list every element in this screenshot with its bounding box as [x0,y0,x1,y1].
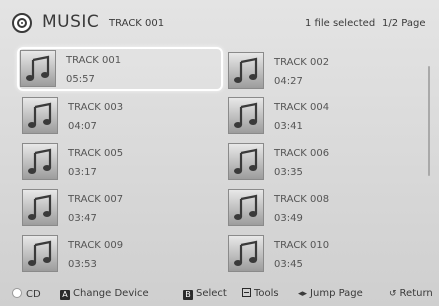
track-name: TRACK 002 [274,57,330,68]
track-name: TRACK 005 [68,148,124,159]
return-icon: ↺ [389,289,397,299]
track-name: TRACK 007 [68,194,124,205]
music-note-icon [22,143,58,180]
page-indicator: 1/2 Page [382,18,426,29]
music-note-icon [228,52,264,89]
jump-arrows-icon: ◂▸ [298,289,308,299]
music-note-icon [228,97,264,134]
dpad-icon [12,288,22,298]
disc-icon [12,13,32,33]
music-note-icon [228,235,264,272]
track-item[interactable]: TRACK 001 05:57 [17,47,223,91]
track-duration: 03:35 [274,167,303,178]
track-name: TRACK 004 [274,102,330,113]
jump-page-hint[interactable]: ◂▸ Jump Page [298,288,363,299]
change-device-hint[interactable]: A Change Device [60,288,149,300]
selection-status: 1 file selected [305,18,376,29]
track-item[interactable]: TRACK 004 03:41 [225,94,431,138]
tools-label: Tools [254,288,279,299]
track-item[interactable]: TRACK 002 04:27 [225,49,431,93]
return-hint[interactable]: ↺ Return [389,288,433,299]
track-item[interactable]: TRACK 009 03:53 [19,232,225,276]
track-duration: 04:27 [274,76,303,87]
jump-page-label: Jump Page [310,288,363,299]
b-key-icon: B [183,290,193,300]
track-name: TRACK 001 [66,55,122,66]
track-item[interactable]: TRACK 010 03:45 [225,232,431,276]
cd-hint[interactable]: CD [12,288,41,300]
track-name: TRACK 006 [274,148,330,159]
track-duration: 03:49 [274,213,303,224]
track-duration: 03:53 [68,259,97,270]
music-note-icon [20,50,56,87]
track-name: TRACK 010 [274,240,330,251]
music-browser-screen: MUSIC TRACK 001 1 file selected 1/2 Page… [0,0,439,306]
track-duration: 04:07 [68,121,97,132]
cd-label: CD [26,289,41,300]
track-name: TRACK 009 [68,240,124,251]
track-item[interactable]: TRACK 008 03:49 [225,186,431,230]
track-item[interactable]: TRACK 006 03:35 [225,140,431,184]
track-duration: 03:45 [274,259,303,270]
select-hint[interactable]: B Select [183,288,227,300]
track-duration: 03:41 [274,121,303,132]
track-item[interactable]: TRACK 007 03:47 [19,186,225,230]
track-item[interactable]: TRACK 005 03:17 [19,140,225,184]
current-track-label: TRACK 001 [109,18,165,29]
page-title: MUSIC [42,12,100,32]
tools-icon [242,288,251,297]
track-item[interactable]: TRACK 003 04:07 [19,94,225,138]
music-note-icon [228,189,264,226]
change-device-label: Change Device [73,288,149,299]
track-duration: 05:57 [66,74,95,85]
scrollbar[interactable] [428,66,430,176]
select-label: Select [196,288,227,299]
track-duration: 03:47 [68,213,97,224]
footer-help-bar: CD A Change Device B Select Tools ◂▸ Jump P… [0,282,439,306]
music-note-icon [228,143,264,180]
music-note-icon [22,235,58,272]
track-duration: 03:17 [68,167,97,178]
tools-hint[interactable]: Tools [242,288,279,299]
a-key-icon: A [60,290,70,300]
header: MUSIC TRACK 001 1 file selected 1/2 Page [0,0,439,46]
return-label: Return [399,288,433,299]
track-name: TRACK 003 [68,102,124,113]
music-note-icon [22,97,58,134]
music-note-icon [22,189,58,226]
track-name: TRACK 008 [274,194,330,205]
track-grid: TRACK 001 05:57 TRACK 002 04:27 TRACK 00… [17,47,417,277]
